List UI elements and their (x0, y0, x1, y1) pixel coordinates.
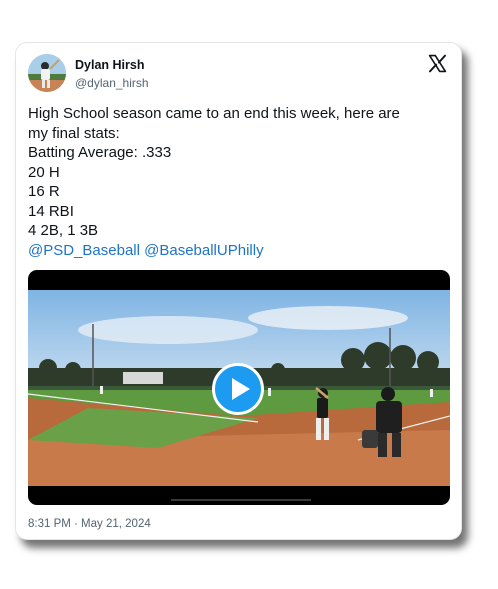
mentions-line: @PSD_Baseball @BaseballUPhilly (28, 241, 448, 261)
author-avatar[interactable] (28, 54, 66, 92)
tweet-line: High School season came to an end this w… (28, 105, 400, 122)
tweet-timestamp[interactable]: 8:31 PM · May 21, 2024 (28, 518, 151, 530)
tweet-line: 14 RBI (28, 202, 74, 220)
mention-link-psd-baseball[interactable]: @PSD_Baseball (28, 242, 140, 259)
tweet-line: Batting Average: .333 (28, 144, 172, 161)
tweet-line: 20 H (28, 163, 60, 181)
play-icon[interactable] (212, 363, 264, 415)
video-player[interactable] (28, 270, 450, 505)
video-progress-bar[interactable] (28, 499, 450, 501)
x-logo-icon[interactable] (428, 54, 447, 73)
baseball-player-avatar-icon (28, 54, 66, 92)
tweet-line: 4 2B, 1 3B (28, 222, 99, 239)
mention-link-baseballuphilly[interactable]: @BaseballUPhilly (144, 242, 263, 259)
tweet-text: High School season came to an end this w… (28, 104, 448, 260)
tweet-line: 16 R (28, 183, 60, 200)
author-handle[interactable]: @dylan_hirsh (75, 76, 149, 90)
author-display-name[interactable]: Dylan Hirsh (75, 58, 144, 72)
tweet-line: my final stats: (28, 124, 120, 142)
tweet-card: Dylan Hirsh @dylan_hirsh High School sea… (15, 42, 462, 540)
